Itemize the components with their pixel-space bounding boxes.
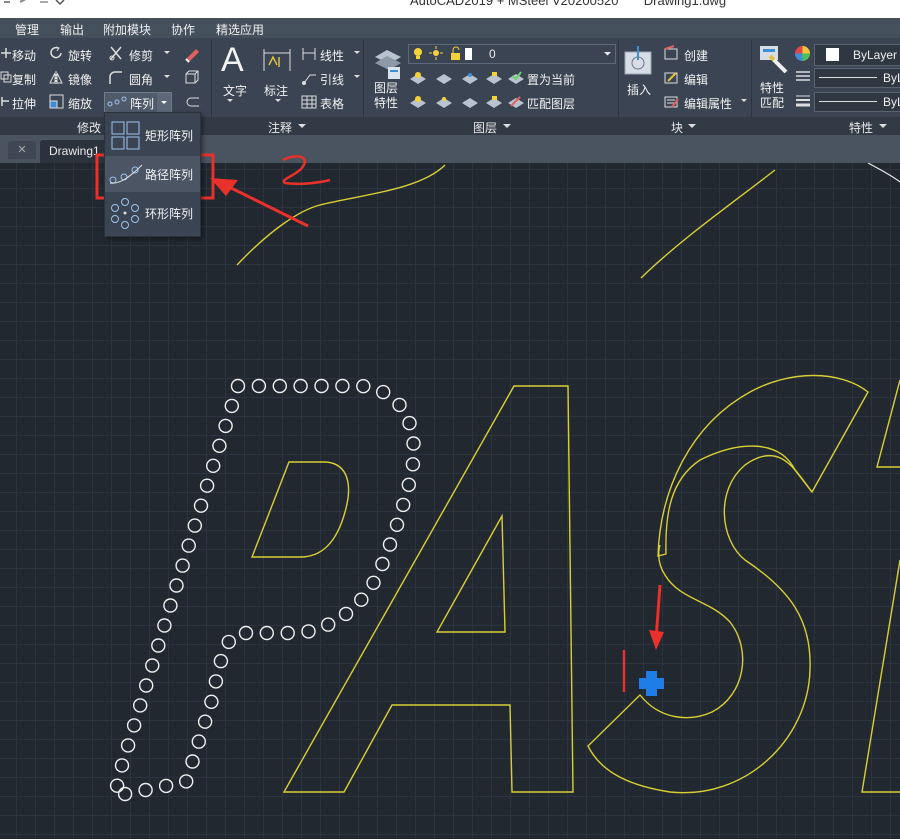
array-circle[interactable] [224,398,240,414]
array-circle[interactable] [335,378,350,394]
array-circle[interactable] [259,625,274,641]
letter-fragment[interactable] [861,559,900,793]
array-circle[interactable] [138,678,154,693]
array-circle[interactable] [251,378,267,394]
array-circle[interactable] [208,674,224,689]
array-circle[interactable] [401,477,416,492]
array-circle[interactable] [366,575,381,590]
array-circle[interactable] [221,634,237,650]
grip-cursor-icon[interactable] [639,671,664,696]
array-circle[interactable] [204,694,219,709]
array-circle[interactable] [158,778,174,794]
array-circle[interactable] [120,738,136,753]
array-circle[interactable] [191,734,207,749]
array-circle[interactable] [109,778,125,793]
array-circle[interactable] [218,418,233,434]
path-array-label: 路径阵列 [145,168,194,182]
drawing-canvas[interactable] [0,163,900,839]
array-circle[interactable] [405,457,421,472]
letter-s-upper[interactable] [657,374,869,557]
array-circle[interactable] [199,478,215,493]
array-circle[interactable] [238,625,254,641]
array-circle[interactable] [406,436,421,451]
polar-array-label: 环形阵列 [145,207,194,221]
array-circle[interactable] [181,538,196,553]
annotation-arrow [224,183,309,228]
array-circle[interactable] [145,658,160,673]
array-dropdown-menu: 矩形阵列 路径阵列 环形阵列 [104,112,201,237]
array-circle[interactable] [402,415,417,431]
array-circle[interactable] [117,786,133,802]
letter-s-lower[interactable] [587,454,813,794]
array-circle[interactable] [338,606,354,622]
array-circle[interactable] [157,618,172,633]
rect-array-label: 矩形阵列 [145,129,194,143]
array-circle[interactable] [382,537,398,552]
letter-p-path[interactable] [115,386,413,795]
array-circle[interactable] [213,653,229,669]
array-circle[interactable] [212,438,227,453]
array-circle[interactable] [132,698,148,713]
polar-array-icon [111,198,139,229]
letter-fragment[interactable] [876,379,900,468]
array-circle[interactable] [205,458,221,473]
array-circle[interactable] [321,617,336,632]
array-circle[interactable] [163,598,178,613]
menu-item-polar-array[interactable]: 环形阵列 [105,195,200,231]
letter-p-counter[interactable] [250,461,350,558]
array-circle[interactable] [356,379,371,394]
array-circle[interactable] [138,782,153,798]
letter-a-outline[interactable] [282,385,574,793]
array-circle[interactable] [396,497,411,513]
array-circle[interactable] [193,498,209,513]
array-circle[interactable] [187,518,203,533]
menu-item-rect-array[interactable]: 矩形阵列 [105,117,200,153]
array-circle[interactable] [169,578,184,593]
array-circle[interactable] [293,378,308,394]
letter-a-counter[interactable] [435,513,506,633]
array-circle[interactable] [280,625,295,641]
array-circle[interactable] [151,638,166,653]
drawing-geometry [109,163,900,802]
array-circle[interactable] [301,624,316,639]
arrow-head-icon [649,630,664,650]
handwritten-mark [282,155,331,186]
array-circle[interactable] [272,378,287,394]
array-circle[interactable] [126,718,142,733]
array-circle[interactable] [114,758,130,773]
array-circle[interactable] [389,517,405,532]
path-array-icon [109,164,143,184]
array-circle[interactable] [375,556,390,572]
array-circle[interactable] [376,384,391,400]
array-circle[interactable] [185,754,200,769]
array-circle[interactable] [178,774,194,789]
array-circle[interactable] [314,378,329,394]
array-circle[interactable] [197,714,213,729]
array-circle[interactable] [230,378,246,394]
menu-item-path-array[interactable]: 路径阵列 [105,156,200,192]
rectangular-array-icon [111,121,140,150]
array-circle[interactable] [392,397,407,413]
array-circle[interactable] [354,592,369,607]
array-circle[interactable] [175,558,190,573]
